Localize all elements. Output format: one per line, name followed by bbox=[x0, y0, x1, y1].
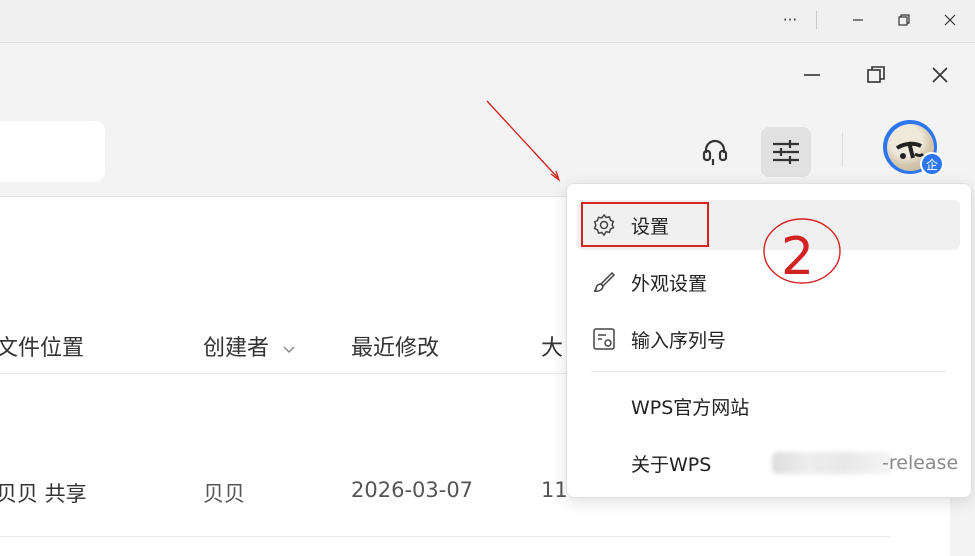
annotation-arrow-line bbox=[486, 100, 559, 179]
annotation-number: 2 bbox=[781, 227, 814, 287]
annotation-overlay: 2 bbox=[486, 100, 841, 287]
